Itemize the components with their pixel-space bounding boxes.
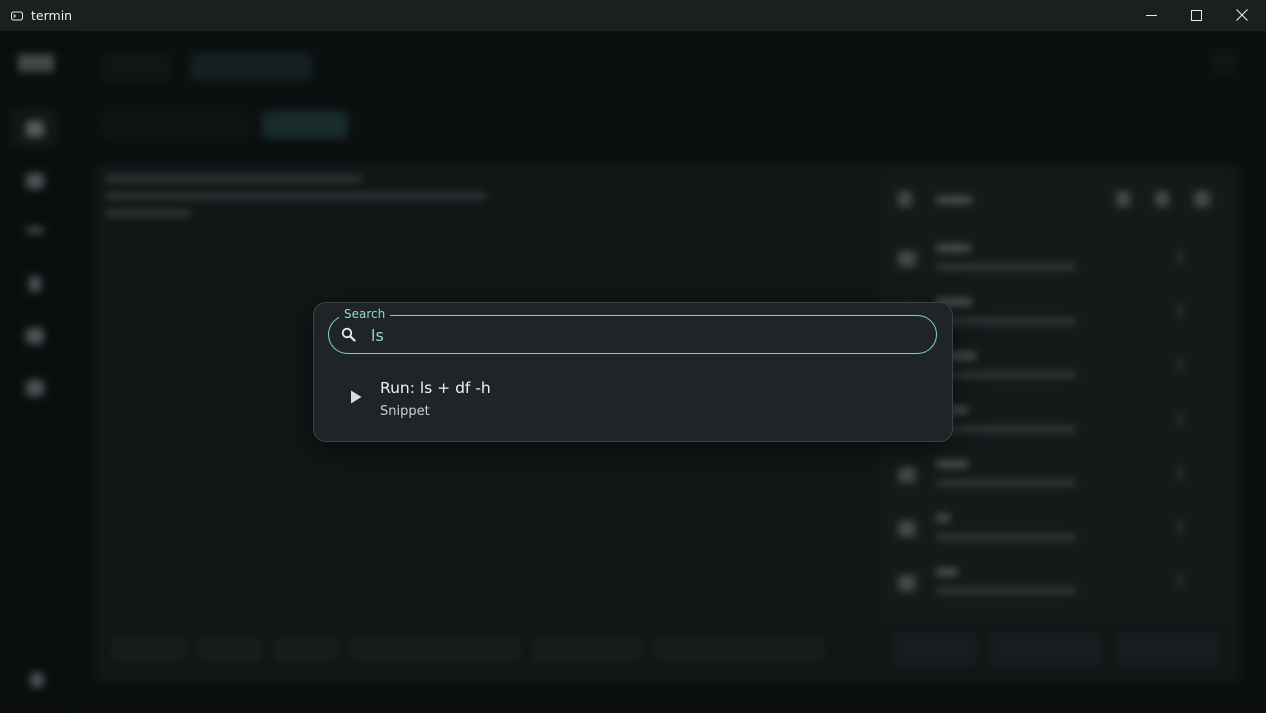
search-field-label: Search <box>339 307 391 321</box>
search-field[interactable]: Search <box>328 307 937 354</box>
minimize-button[interactable] <box>1128 0 1174 31</box>
close-button[interactable] <box>1219 0 1265 31</box>
minimize-icon <box>1145 6 1157 25</box>
search-result-item[interactable]: Run: ls + df -h Snippet <box>328 373 935 425</box>
window-titlebar: termin <box>0 0 1266 31</box>
window-title: termin <box>31 8 73 23</box>
search-result-subtitle: Snippet <box>380 404 430 419</box>
search-icon <box>341 327 356 342</box>
close-icon <box>1236 6 1248 25</box>
play-icon <box>350 389 362 404</box>
search-result-title: Run: ls + df -h <box>380 379 491 397</box>
command-search-dialog: Search Run: ls + df -h Snippet <box>313 302 953 442</box>
search-input[interactable] <box>371 324 911 346</box>
maximize-icon <box>1190 6 1202 25</box>
maximize-button[interactable] <box>1173 0 1219 31</box>
terminal-cloud-icon <box>11 10 23 22</box>
